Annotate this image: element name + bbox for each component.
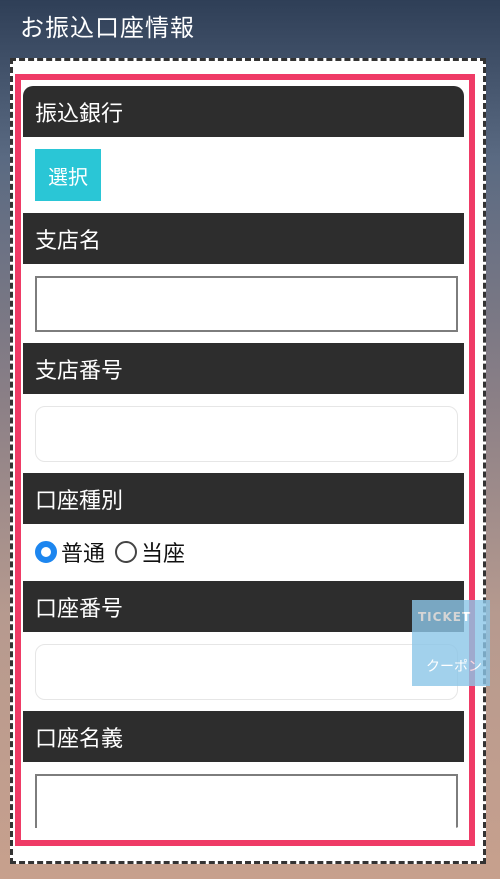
branch-name-label: 支店名 (23, 213, 464, 264)
account-type-label: 口座種別 (23, 473, 464, 524)
page-title: お振込口座情報 (20, 14, 195, 42)
radio-ordinary[interactable] (35, 541, 57, 563)
branch-name-input[interactable] (35, 276, 458, 332)
ticket-label: TICKET (418, 610, 472, 624)
bank-section-label: 振込銀行 (23, 86, 464, 137)
account-number-input[interactable] (35, 644, 458, 700)
radio-current-label: 当座 (141, 542, 186, 567)
radio-ordinary-label: 普通 (61, 542, 106, 567)
branch-number-label: 支店番号 (23, 343, 464, 394)
account-type-radio-group: 普通 当座 (23, 524, 464, 581)
bank-select-button[interactable]: 選択 (35, 149, 101, 201)
bank-account-form: 振込銀行 選択 支店名 支店番号 口座種別 普通 当座 口座番号 口座名義 (23, 86, 464, 828)
account-holder-input[interactable] (35, 774, 458, 828)
radio-current[interactable] (115, 541, 138, 563)
account-holder-label: 口座名義 (23, 711, 464, 762)
account-number-label: 口座番号 (23, 581, 464, 632)
branch-number-input[interactable] (35, 406, 458, 462)
coupon-ticket-button[interactable]: TICKET クーポン (412, 600, 490, 686)
coupon-label: クーポン (426, 659, 482, 675)
